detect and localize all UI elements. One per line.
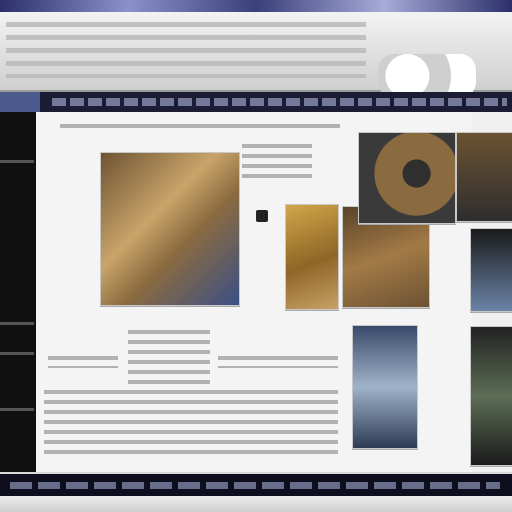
caption-block-left (48, 356, 118, 368)
content-heading-lines (60, 124, 340, 134)
gallery-image-5[interactable] (456, 132, 512, 222)
sidebar-divider (0, 408, 34, 411)
page-title (60, 124, 61, 125)
gallery-image-7[interactable] (470, 228, 512, 312)
caption-block-center (128, 330, 210, 388)
image-nav-button[interactable] (256, 210, 268, 222)
top-navigation-bar[interactable] (0, 92, 512, 112)
banner-text-block (6, 22, 366, 78)
browser-top-strip (0, 0, 512, 12)
left-sidebar (0, 112, 36, 472)
page-bottom-strip (0, 496, 512, 512)
gallery-image-1[interactable] (100, 152, 240, 306)
footer-navigation-bar[interactable] (0, 474, 512, 496)
gallery-image-4[interactable] (358, 132, 456, 224)
gallery-image-2[interactable] (285, 204, 339, 310)
top-right-caption-lines (242, 144, 312, 178)
nav-home-icon[interactable] (0, 92, 40, 112)
content-heading (128, 330, 129, 331)
sidebar-divider (0, 352, 34, 355)
sidebar-divider (0, 322, 34, 325)
caption-block-right (218, 356, 338, 368)
body-paragraph (44, 390, 338, 454)
gallery-image-6[interactable] (352, 325, 418, 449)
nav-items[interactable] (52, 98, 507, 106)
sidebar-divider (0, 160, 34, 163)
footer-nav-items[interactable] (10, 482, 500, 489)
gallery-image-8[interactable] (470, 326, 512, 466)
site-banner (0, 12, 512, 98)
